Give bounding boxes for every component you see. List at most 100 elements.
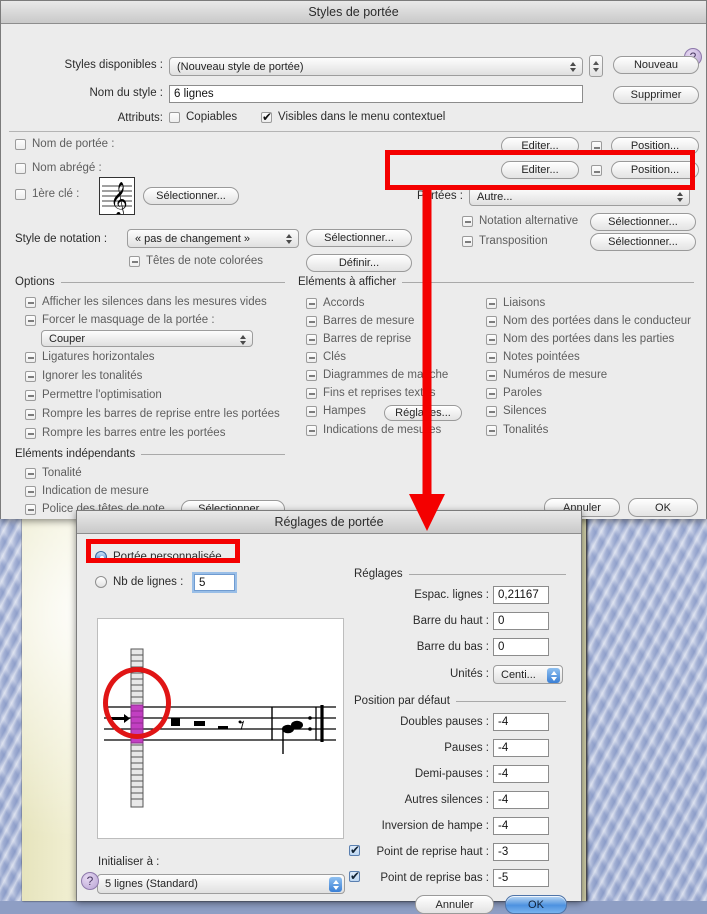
display-chords-row[interactable]: Accords <box>306 297 365 309</box>
option-break-bars-row[interactable]: Rompre les barres entre les portées <box>25 427 225 439</box>
staves-popup[interactable]: Autre... <box>469 187 690 206</box>
bottom-barline-input[interactable]: 0 <box>493 638 549 656</box>
help-icon[interactable]: ? <box>81 872 99 890</box>
display-measure-numbers-checkbox[interactable] <box>486 369 497 381</box>
independent-font-checkbox[interactable] <box>25 503 36 515</box>
display-fretboards-row[interactable]: Diagrammes de manche <box>306 369 448 381</box>
option-optimization-checkbox[interactable] <box>25 389 36 401</box>
num-lines-radio-row[interactable]: Nb de lignes : <box>95 576 183 588</box>
display-fretboards-checkbox[interactable] <box>306 369 317 381</box>
display-timesigs-row[interactable]: Indications de mesures <box>306 424 441 436</box>
staff-name-edit-button[interactable]: Editer... <box>501 137 579 155</box>
whole-rests-input[interactable]: -4 <box>493 739 549 757</box>
stems-settings-button[interactable]: Réglages... <box>384 405 462 421</box>
display-lyrics-checkbox[interactable] <box>486 387 497 399</box>
top-repeat-dot-checkbox[interactable] <box>349 843 360 857</box>
display-timesigs-checkbox[interactable] <box>306 424 317 436</box>
notation-style-select-button[interactable]: Sélectionner... <box>306 229 412 247</box>
option-force-hide-row[interactable]: Forcer le masquage de la portée : <box>25 314 215 326</box>
colored-noteheads-row[interactable]: Têtes de note colorées <box>129 255 263 267</box>
display-barlines-checkbox[interactable] <box>306 315 317 327</box>
custom-staff-radio-row[interactable]: Portée personnalisée <box>95 551 222 563</box>
independent-key-checkbox[interactable] <box>25 467 36 479</box>
delete-style-button[interactable]: Supprimer <box>613 86 699 104</box>
bottom-repeat-dot-checkbox[interactable] <box>349 869 360 883</box>
display-lyrics-row[interactable]: Paroles <box>486 387 542 399</box>
staff-setup-ok-button[interactable]: OK <box>505 895 567 914</box>
display-barlines-row[interactable]: Barres de mesure <box>306 315 414 327</box>
option-show-rests-row[interactable]: Afficher les silences dans les mesures v… <box>25 296 267 308</box>
num-lines-radio[interactable] <box>95 576 107 588</box>
alt-notation-checkbox[interactable] <box>462 215 473 227</box>
clef-preview[interactable]: 𝄞 <box>99 177 135 218</box>
top-barline-input[interactable]: 0 <box>493 612 549 630</box>
option-ignore-keys-checkbox[interactable] <box>25 370 36 382</box>
option-force-hide-checkbox[interactable] <box>25 314 36 326</box>
display-slurs-checkbox[interactable] <box>486 297 497 309</box>
staff-name-row[interactable]: Nom de portée : <box>15 138 114 150</box>
display-dotted-notes-checkbox[interactable] <box>486 351 497 363</box>
display-clefs-checkbox[interactable] <box>306 351 317 363</box>
display-rests-checkbox[interactable] <box>486 405 497 417</box>
staff-name-checkbox[interactable] <box>15 138 26 150</box>
independent-key-row[interactable]: Tonalité <box>25 467 82 479</box>
display-chords-checkbox[interactable] <box>306 297 317 309</box>
style-name-input[interactable]: 6 lignes <box>169 85 583 103</box>
short-name-checkbox[interactable] <box>15 162 26 174</box>
display-repeats-row[interactable]: Barres de reprise <box>306 333 411 345</box>
display-slurs-row[interactable]: Liaisons <box>486 297 545 309</box>
attr-visibles-checkbox[interactable] <box>261 110 272 124</box>
new-style-button[interactable]: Nouveau <box>613 56 699 74</box>
half-rests-input[interactable]: -4 <box>493 765 549 783</box>
line-spacing-input[interactable]: 0,21167 <box>493 586 549 604</box>
display-endings-row[interactable]: Fins et reprises textes <box>306 387 435 399</box>
staff-name-position-checkbox[interactable] <box>591 141 602 152</box>
staff-styles-ok-button[interactable]: OK <box>628 498 698 517</box>
short-name-position-button[interactable]: Position... <box>611 161 699 179</box>
option-show-rests-checkbox[interactable] <box>25 296 36 308</box>
option-horiz-beams-row[interactable]: Ligatures horizontales <box>25 351 155 363</box>
alt-notation-select-button[interactable]: Sélectionner... <box>590 213 696 231</box>
option-optimization-row[interactable]: Permettre l'optimisation <box>25 389 162 401</box>
hide-mode-popup[interactable]: Couper <box>41 330 253 347</box>
display-keysigs-row[interactable]: Tonalités <box>486 424 548 436</box>
option-horiz-beams-checkbox[interactable] <box>25 351 36 363</box>
staff-setup-cancel-button[interactable]: Annuler <box>415 895 494 914</box>
transposition-row[interactable]: Transposition <box>462 235 548 247</box>
display-endings-checkbox[interactable] <box>306 387 317 399</box>
bottom-repeat-dot-input[interactable]: -5 <box>493 869 549 887</box>
short-name-row[interactable]: Nom abrégé : <box>15 162 102 174</box>
notation-style-popup[interactable]: « pas de changement » <box>127 229 299 248</box>
other-rests-input[interactable]: -4 <box>493 791 549 809</box>
units-popup[interactable]: Centi... <box>493 665 563 684</box>
option-break-repeat-row[interactable]: Rompre les barres de reprise entre les p… <box>25 408 280 420</box>
display-rests-row[interactable]: Silences <box>486 405 546 417</box>
first-clef-row[interactable]: 1ère clé : <box>15 188 79 200</box>
short-name-position-checkbox[interactable] <box>591 165 602 176</box>
staff-preview-panel[interactable]: 𝄾 <box>97 618 344 839</box>
colored-noteheads-checkbox[interactable] <box>129 255 140 267</box>
display-stems-checkbox[interactable] <box>306 405 317 417</box>
define-noteheads-button[interactable]: Définir... <box>306 254 412 272</box>
transposition-select-button[interactable]: Sélectionner... <box>590 233 696 251</box>
double-whole-rests-input[interactable]: -4 <box>493 713 549 731</box>
display-clefs-row[interactable]: Clés <box>306 351 346 363</box>
display-names-score-checkbox[interactable] <box>486 315 497 327</box>
attr-copiables-row[interactable]: Copiables <box>169 111 237 123</box>
transposition-checkbox[interactable] <box>462 235 473 247</box>
styles-stepper[interactable] <box>589 55 603 77</box>
option-break-repeat-checkbox[interactable] <box>25 408 36 420</box>
reset-to-popup[interactable]: 5 lignes (Standard) <box>97 874 345 894</box>
attr-copiables-checkbox[interactable] <box>169 111 180 123</box>
custom-staff-radio[interactable] <box>95 551 107 563</box>
num-lines-input[interactable]: 5 <box>194 574 235 591</box>
display-names-score-row[interactable]: Nom des portées dans le conducteur <box>486 315 691 327</box>
independent-time-checkbox[interactable] <box>25 485 36 497</box>
option-ignore-keys-row[interactable]: Ignorer les tonalités <box>25 370 142 382</box>
display-measure-numbers-row[interactable]: Numéros de mesure <box>486 369 607 381</box>
first-clef-checkbox[interactable] <box>15 188 26 200</box>
first-clef-select-button[interactable]: Sélectionner... <box>143 187 239 205</box>
short-name-edit-button[interactable]: Editer... <box>501 161 579 179</box>
attr-visibles-row[interactable]: Visibles dans le menu contextuel <box>261 110 445 124</box>
display-names-parts-checkbox[interactable] <box>486 333 497 345</box>
